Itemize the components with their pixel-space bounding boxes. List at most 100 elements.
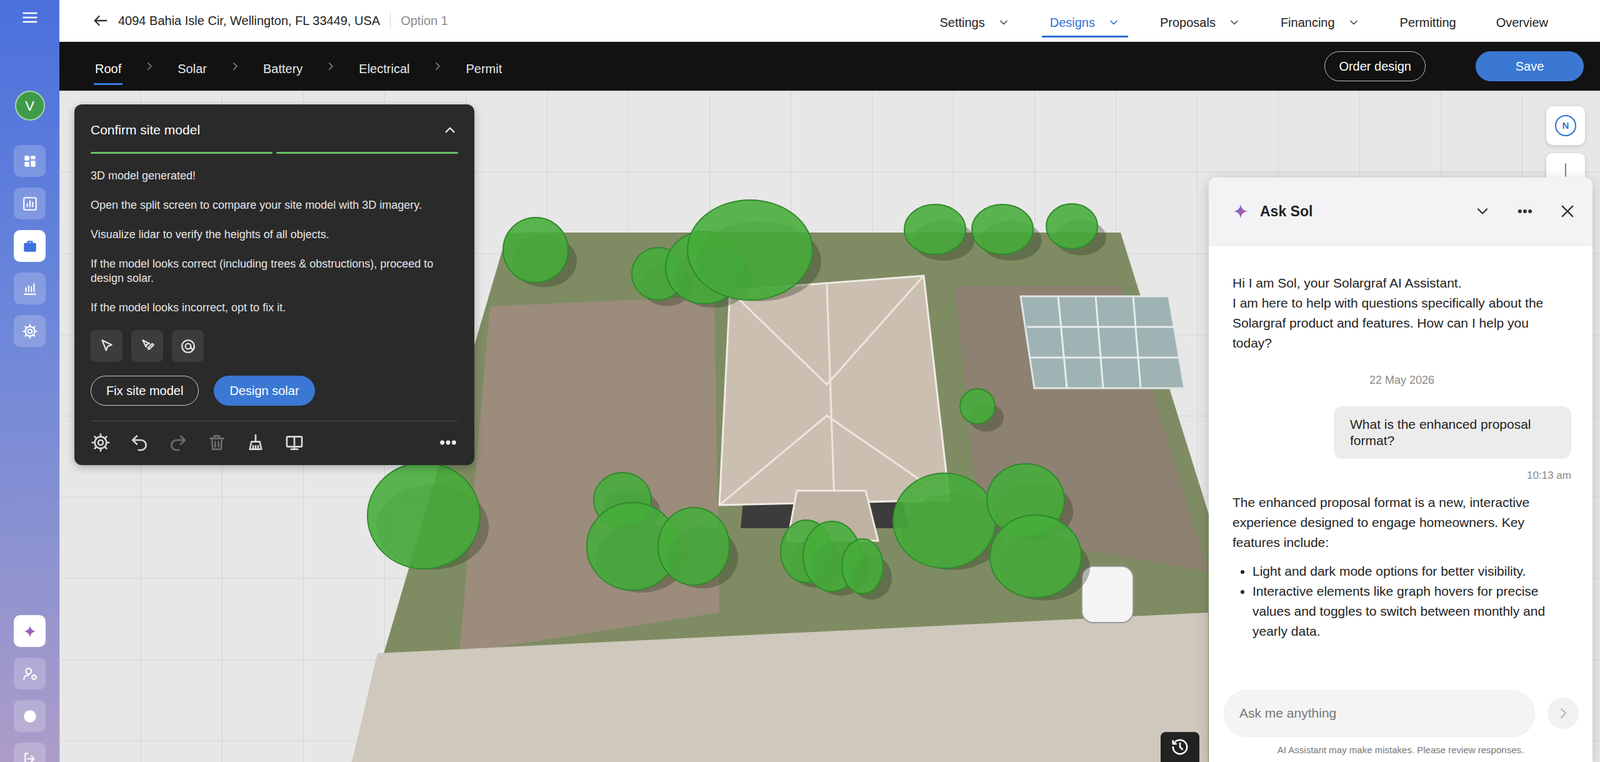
close-icon[interactable]: [1558, 202, 1577, 220]
disclaimer: AI Assistant may make mistakes. Please r…: [1208, 736, 1593, 762]
save-button[interactable]: Save: [1475, 51, 1584, 82]
compare-icon[interactable]: [284, 432, 305, 453]
reports-icon: [21, 280, 39, 297]
compass-button[interactable]: N: [1546, 106, 1585, 145]
order-design-button[interactable]: Order design: [1324, 51, 1426, 82]
back-arrow-icon[interactable]: [91, 11, 110, 30]
assistant-message: The enhanced proposal format is a new, i…: [1232, 492, 1572, 553]
redo-icon[interactable]: [168, 432, 189, 453]
sidebar-item[interactable]: [13, 615, 46, 647]
message-time: 10:13 am: [1232, 467, 1572, 484]
mode-buttons: [90, 330, 459, 362]
menu-label[interactable]: Designs: [1050, 13, 1095, 32]
menu-label[interactable]: Financing: [1280, 13, 1335, 32]
chevron-down-icon[interactable]: [1473, 202, 1492, 220]
design-step[interactable]: Electrical: [357, 51, 411, 85]
menu-item[interactable]: Overview: [1488, 8, 1557, 38]
menu-label[interactable]: Permitting: [1400, 13, 1457, 32]
design-option[interactable]: Option 1: [400, 11, 449, 30]
design-solar-button[interactable]: Design solar: [213, 375, 315, 406]
user-settings-icon: [21, 665, 39, 682]
menu-item[interactable]: Proposals: [1151, 8, 1249, 38]
send-button[interactable]: [1547, 697, 1579, 729]
more-icon[interactable]: [438, 432, 459, 453]
line-icon: [1557, 161, 1574, 179]
menu-item[interactable]: Financing: [1272, 8, 1369, 38]
sidebar-item[interactable]: [13, 742, 46, 762]
sidebar-item[interactable]: [13, 657, 46, 690]
chat-header-actions: [1473, 202, 1577, 220]
settings-icon[interactable]: [90, 432, 111, 453]
progress-segment: [276, 151, 459, 154]
menu-item[interactable]: Settings: [931, 8, 1018, 38]
dashboard-icon: [21, 153, 39, 170]
chevron-down-icon[interactable]: [997, 16, 1010, 29]
chat-messages: Hi I am Sol, your Solargraf AI Assistant…: [1208, 245, 1593, 682]
draw-icon: [139, 338, 156, 355]
sidebar: V: [0, 0, 60, 762]
chevron-down-icon[interactable]: [1347, 16, 1360, 29]
design-steps: Roof Solar Battery Electrical Permit: [93, 48, 504, 85]
chevron-up-icon[interactable]: [441, 121, 459, 139]
panel-buttons: Fix site model Design solar: [90, 375, 459, 406]
mode-button[interactable]: [131, 330, 164, 362]
answer-list: Light and dark mode options for better v…: [1232, 561, 1572, 642]
projects-icon: [21, 238, 39, 255]
user-message-row: What is the enhanced proposal format?: [1232, 406, 1572, 459]
undo-icon[interactable]: [129, 432, 150, 453]
sidebar-item[interactable]: [13, 315, 46, 347]
sidebar-item[interactable]: [13, 145, 46, 177]
menu-item[interactable]: Designs: [1041, 8, 1129, 38]
panel-instructions: 3D model generated!Open the split screen…: [90, 168, 459, 315]
top-bar: 4094 Bahia Isle Cir, Wellington, FL 3344…: [59, 0, 1600, 42]
design-canvas: Confirm site model 3D model generated!Ope…: [59, 90, 1600, 762]
chat-input-row: [1208, 681, 1593, 737]
project-address: 4094 Bahia Isle Cir, Wellington, FL 3344…: [118, 11, 380, 30]
instruction-text: 3D model generated!: [90, 168, 459, 184]
sidebar-item[interactable]: [13, 700, 46, 732]
user-avatar[interactable]: V: [15, 90, 45, 121]
clean-icon[interactable]: [245, 432, 266, 453]
design-step[interactable]: Roof: [93, 51, 123, 85]
chat-input[interactable]: [1223, 690, 1535, 737]
answer-bullet: Interactive elements like graph hovers f…: [1252, 581, 1572, 642]
chevron-down-icon[interactable]: [1228, 16, 1241, 29]
menu-label[interactable]: Proposals: [1160, 13, 1216, 32]
user-message: What is the enhanced proposal format?: [1333, 406, 1572, 459]
main-menu: Settings Designs Proposals Financing Permitt…: [931, 4, 1557, 38]
design-step[interactable]: Permit: [464, 51, 504, 85]
chevron-right-icon: [143, 60, 155, 72]
menu-label[interactable]: Settings: [939, 13, 985, 32]
panel-toolbar: [90, 432, 459, 453]
delete-icon[interactable]: [206, 432, 227, 453]
ask-sol-panel: Ask SolHi I am Sol, your Solargraf AI As…: [1208, 177, 1593, 762]
menu-label[interactable]: Overview: [1496, 13, 1549, 32]
confirm-site-model-panel: Confirm site model 3D model generated!Ope…: [74, 104, 475, 465]
fix-site-model-button[interactable]: Fix site model: [90, 375, 199, 406]
more-icon[interactable]: [1516, 202, 1534, 220]
sidebar-item[interactable]: [13, 272, 46, 305]
panel-title: Confirm site model: [90, 120, 200, 140]
chevron-right-icon: [229, 60, 241, 72]
select-icon: [98, 338, 115, 355]
lidar-icon: [180, 338, 197, 355]
menu-item[interactable]: Permitting: [1391, 8, 1465, 38]
mode-button[interactable]: [90, 330, 123, 362]
instruction-text: If the model looks correct (including tr…: [90, 256, 459, 286]
assistant-intro: Hi I am Sol, your Solargraf AI Assistant…: [1232, 273, 1572, 354]
help-icon: [21, 708, 39, 725]
sparkle-icon: [21, 623, 39, 640]
design-step[interactable]: Solar: [176, 51, 209, 85]
divider: [90, 420, 459, 422]
chevron-down-icon[interactable]: [1107, 16, 1120, 29]
send-icon: [1555, 705, 1571, 721]
progress-steps: [90, 151, 459, 154]
sidebar-item[interactable]: [13, 230, 46, 262]
sparkle-icon: [1231, 201, 1250, 221]
design-step[interactable]: Battery: [261, 51, 304, 85]
mode-button[interactable]: [171, 330, 204, 362]
settings-icon: [21, 323, 39, 340]
menu-icon[interactable]: [20, 8, 40, 27]
sidebar-item[interactable]: [13, 187, 46, 220]
history-button[interactable]: [1160, 731, 1200, 762]
